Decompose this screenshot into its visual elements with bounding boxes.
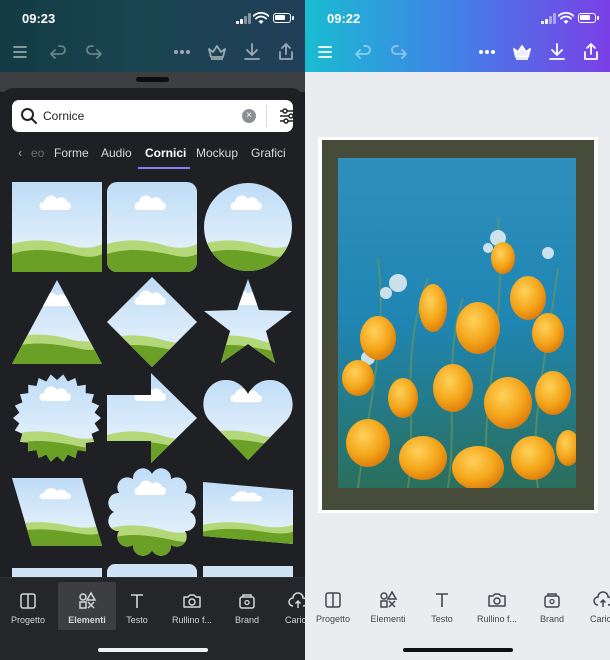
nav-label: Rullino f... — [476, 614, 518, 624]
nav-label: Carica — [589, 614, 610, 624]
camera-icon — [488, 593, 506, 607]
frame-diamond[interactable] — [107, 277, 197, 367]
nav-label: Rullino f... — [171, 615, 213, 625]
menu-icon[interactable] — [313, 40, 337, 64]
nav-rullino[interactable]: Rullino f... — [468, 590, 526, 630]
frame-badge[interactable] — [12, 373, 102, 463]
nav-label: Progetto — [315, 614, 351, 624]
elements-icon — [79, 591, 97, 609]
frames-grid — [0, 180, 305, 578]
frame-skewed-rectangle[interactable] — [203, 482, 293, 544]
sheet-drag-handle[interactable] — [136, 77, 169, 82]
category-tabs: ‹ eo Forme Audio Cornici Mockup Grafici — [0, 141, 305, 169]
home-indicator — [403, 648, 513, 652]
text-icon — [436, 593, 448, 607]
battery-icon — [273, 13, 294, 23]
text-icon — [131, 594, 143, 608]
wifi-icon — [558, 12, 574, 24]
frame-circle[interactable] — [203, 182, 293, 272]
tab-partial[interactable]: eo — [31, 146, 44, 160]
editor-toolbar — [305, 40, 610, 66]
left-screen: 09:23 × — [0, 0, 305, 660]
nav-elementi[interactable]: Elementi — [359, 590, 417, 630]
crown-icon[interactable] — [510, 40, 534, 64]
status-time: 09:22 — [327, 11, 361, 26]
download-icon[interactable] — [240, 40, 264, 64]
layout-icon — [20, 593, 36, 609]
frame-heart[interactable] — [203, 376, 293, 460]
nav-progetto[interactable]: Progetto — [305, 590, 362, 630]
undo-icon[interactable] — [351, 40, 375, 64]
clear-search-icon[interactable]: × — [242, 109, 256, 123]
tab-cornici[interactable]: Cornici — [145, 146, 186, 160]
nav-label: Testo — [431, 614, 453, 624]
frame-square[interactable] — [12, 182, 102, 272]
nav-label: Brand — [539, 614, 565, 624]
nav-rullino[interactable]: Rullino f... — [163, 591, 221, 631]
elements-icon — [380, 590, 398, 608]
undo-icon[interactable] — [46, 40, 70, 64]
camera-icon — [183, 594, 201, 608]
active-tab-indicator — [138, 167, 190, 169]
nav-label: Carica — [284, 615, 305, 625]
nav-label: Testo — [126, 615, 148, 625]
frame-parallelogram[interactable] — [12, 478, 102, 546]
status-bar: 09:23 — [0, 0, 305, 36]
upload-icon — [288, 592, 305, 608]
nav-testo[interactable]: Testo — [413, 590, 471, 630]
redo-icon[interactable] — [387, 40, 411, 64]
nav-carica[interactable]: Carica — [269, 591, 305, 631]
search-input[interactable] — [43, 105, 243, 127]
upload-icon — [593, 591, 610, 607]
crown-icon[interactable] — [205, 40, 229, 64]
more-icon[interactable] — [170, 40, 194, 64]
search-bar[interactable]: × — [12, 100, 296, 132]
flower-photo[interactable] — [338, 158, 576, 488]
status-time: 09:23 — [22, 11, 56, 26]
home-indicator — [98, 648, 208, 652]
bottom-navigation: Progetto Elementi Testo Rullino f... Bra… — [305, 577, 610, 660]
frame-partial[interactable] — [107, 564, 197, 578]
redo-icon[interactable] — [82, 40, 106, 64]
frame-rounded-square[interactable] — [107, 182, 197, 272]
nav-brand[interactable]: Brand — [523, 590, 581, 630]
menu-icon[interactable] — [8, 40, 32, 64]
share-icon[interactable] — [579, 40, 603, 64]
design-page[interactable] — [318, 137, 598, 513]
battery-icon — [578, 13, 599, 23]
cellular-signal-icon — [236, 13, 252, 24]
right-screen: 09:22 Progetto Elementi Testo Rullino f.… — [305, 0, 610, 660]
frame-star[interactable] — [203, 277, 293, 367]
nav-label: Elementi — [370, 614, 406, 624]
nav-label: Brand — [234, 615, 260, 625]
cellular-signal-icon — [541, 13, 557, 24]
nav-carica[interactable]: Carica — [574, 590, 610, 630]
share-icon[interactable] — [274, 40, 298, 64]
wifi-icon — [253, 12, 269, 24]
search-divider — [266, 105, 267, 127]
tab-audio[interactable]: Audio — [101, 146, 132, 160]
search-icon — [21, 108, 37, 124]
nav-testo[interactable]: Testo — [108, 591, 166, 631]
tab-mockup[interactable]: Mockup — [196, 146, 238, 160]
download-icon[interactable] — [545, 40, 569, 64]
nav-label: Progetto — [10, 615, 46, 625]
tab-grafici[interactable]: Grafici — [251, 146, 286, 160]
filter-sliders-icon[interactable] — [278, 106, 298, 126]
chevron-left-icon[interactable]: ‹ — [18, 145, 22, 160]
status-bar: 09:22 — [305, 0, 610, 36]
bottom-navigation: Progetto Elementi Testo Rullino f... Bra… — [0, 577, 305, 660]
elements-panel: × ‹ eo Forme Audio Cornici Mockup Grafic… — [0, 88, 305, 578]
frame-arrow[interactable] — [107, 373, 197, 463]
tab-forme[interactable]: Forme — [54, 146, 89, 160]
frame-scalloped-circle[interactable] — [107, 467, 197, 557]
nav-progetto[interactable]: Progetto — [0, 591, 57, 631]
more-icon[interactable] — [475, 40, 499, 64]
brand-icon — [544, 593, 560, 608]
nav-brand[interactable]: Brand — [218, 591, 276, 631]
brand-icon — [239, 594, 255, 609]
editor-toolbar — [0, 40, 305, 66]
frame-triangle[interactable] — [12, 280, 102, 364]
layout-icon — [325, 592, 341, 608]
